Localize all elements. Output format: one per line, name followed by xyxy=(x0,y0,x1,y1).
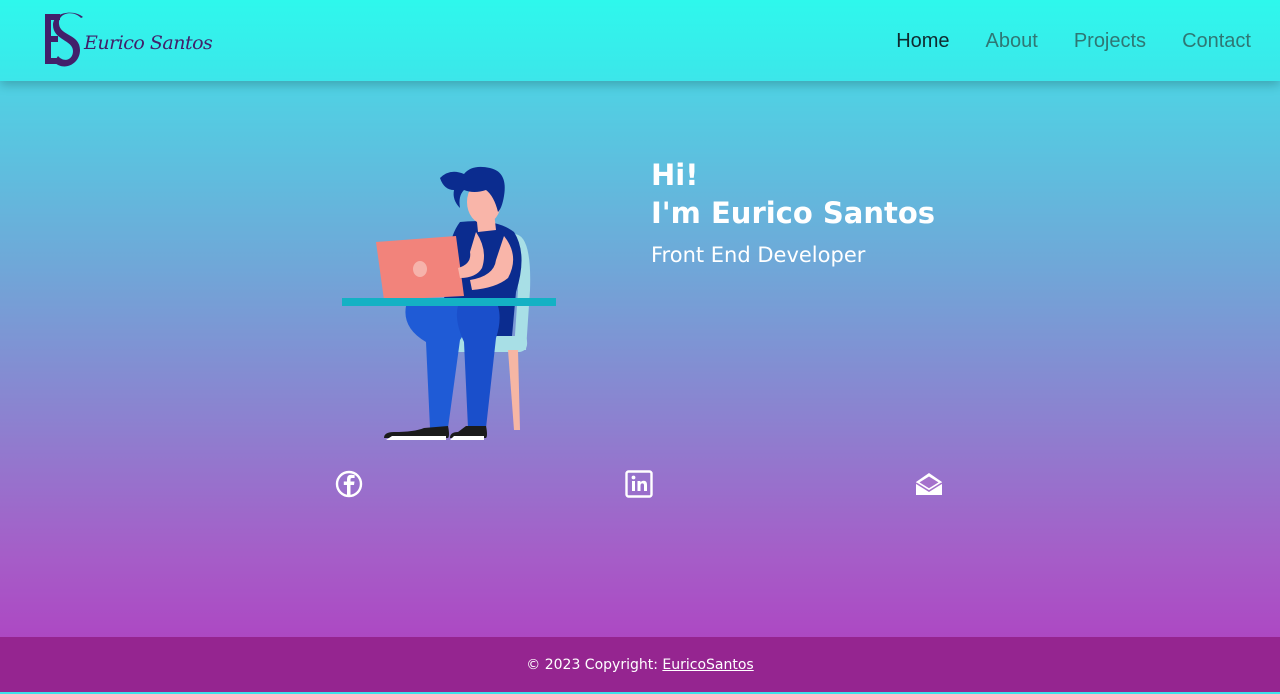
brand-name: Eurico Santos xyxy=(84,32,213,54)
nav-about-link[interactable]: About xyxy=(986,29,1038,53)
greeting-line-hi: Hi! xyxy=(651,158,699,192)
hero-greeting: Hi! I'm Eurico Santos xyxy=(651,156,935,232)
nav-contact-link[interactable]: Contact xyxy=(1182,29,1251,53)
site-footer: © 2023 Copyright: EuricoSantos xyxy=(0,637,1280,692)
main-nav: Home About Projects Contact xyxy=(896,29,1251,53)
email-link[interactable] xyxy=(914,469,944,499)
copyright-text: © 2023 Copyright: xyxy=(526,657,663,673)
hero-role: Front End Developer xyxy=(651,243,866,267)
facebook-icon xyxy=(335,470,363,498)
envelope-open-icon xyxy=(915,473,943,495)
developer-with-laptop-illustration xyxy=(342,166,556,440)
linkedin-link[interactable] xyxy=(624,469,654,499)
site-logo[interactable]: Eurico Santos xyxy=(44,12,213,70)
greeting-line-name: I'm Eurico Santos xyxy=(651,196,936,230)
nav-projects-link[interactable]: Projects xyxy=(1074,29,1146,53)
copyright-link[interactable]: EuricoSantos xyxy=(662,657,753,673)
facebook-link[interactable] xyxy=(334,469,364,499)
es-monogram-icon xyxy=(45,12,83,67)
navbar: Eurico Santos Home About Projects Contac… xyxy=(0,0,1280,81)
linkedin-icon xyxy=(625,470,653,498)
nav-home-link[interactable]: Home xyxy=(896,29,949,53)
